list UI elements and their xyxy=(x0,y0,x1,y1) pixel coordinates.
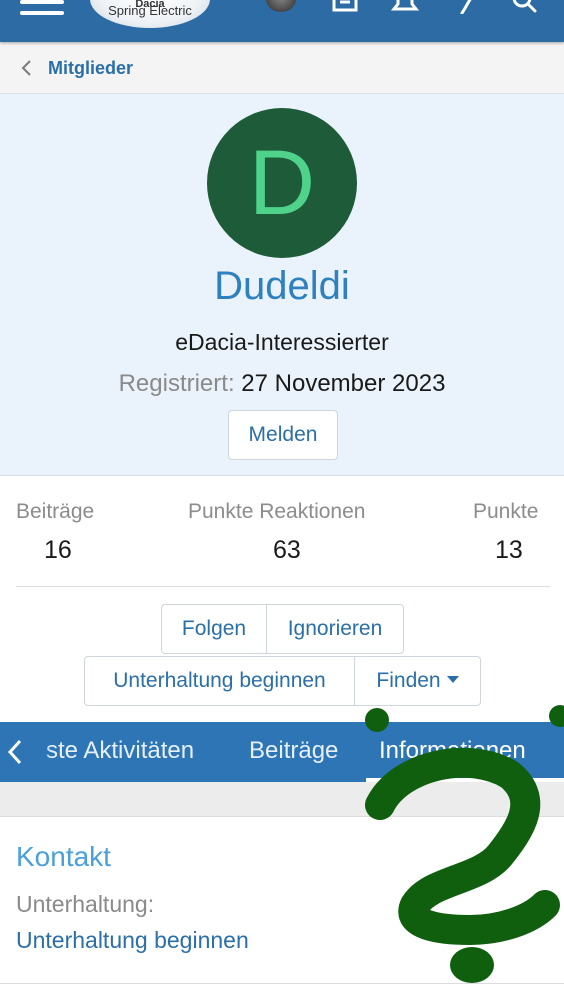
breadcrumb: Mitglieder xyxy=(0,42,564,94)
logo-line-2: Spring Electric xyxy=(108,3,192,18)
profile-username[interactable]: Dudeldi xyxy=(0,264,564,309)
profile-page: Dacia Spring Electric Mitglieder D Dudel… xyxy=(0,0,564,1000)
profile-user-title: eDacia-Interessierter xyxy=(175,329,389,355)
bell-icon[interactable] xyxy=(390,0,420,14)
profile-registered: Registriert: 27 November 2023 xyxy=(0,370,564,398)
conversation-link[interactable]: Unterhaltung beginnen xyxy=(16,927,249,954)
stat-value-reactions[interactable]: 63 xyxy=(273,536,301,565)
search-icon[interactable] xyxy=(510,0,540,14)
user-avatar-small[interactable] xyxy=(266,0,296,12)
conversation-find-group: Unterhaltung beginnen Finden xyxy=(84,656,481,706)
tab-scroll-fade xyxy=(30,722,52,782)
stat-value-points[interactable]: 13 xyxy=(495,536,523,565)
divider xyxy=(0,983,564,984)
find-label: Finden xyxy=(376,669,441,692)
section-gap xyxy=(0,782,564,816)
divider xyxy=(16,586,550,587)
tab-latest-activity[interactable]: ste Aktivitäten xyxy=(46,722,194,782)
tab-posts[interactable]: Beiträge xyxy=(249,722,338,782)
registered-label: Registriert: xyxy=(118,370,235,397)
start-conversation-button[interactable]: Unterhaltung beginnen xyxy=(85,657,354,705)
stat-label-posts: Beiträge xyxy=(16,500,95,523)
find-dropdown-button[interactable]: Finden xyxy=(354,657,480,705)
contact-section: Kontakt Unterhaltung: Unterhaltung begin… xyxy=(0,816,564,1000)
report-button[interactable]: Melden xyxy=(228,410,338,460)
registered-date: 27 November 2023 xyxy=(241,370,446,397)
ignore-button[interactable]: Ignorieren xyxy=(266,605,403,653)
stat-label-points: Punkte xyxy=(473,500,539,523)
stat-value-posts[interactable]: 16 xyxy=(44,536,72,565)
hamburger-icon[interactable] xyxy=(20,0,64,16)
pen-icon[interactable] xyxy=(452,0,482,14)
follow-ignore-group: Folgen Ignorieren xyxy=(161,604,404,654)
site-logo[interactable]: Dacia Spring Electric xyxy=(90,0,210,28)
profile-stats: Beiträge 16 Punkte Reaktionen 63 Punkte … xyxy=(0,476,564,722)
tab-information[interactable]: Informationen xyxy=(379,722,526,782)
profile-avatar[interactable]: D xyxy=(207,108,357,258)
tabs-scroll-left-icon[interactable] xyxy=(6,739,24,765)
conversation-label: Unterhaltung: xyxy=(16,891,155,917)
chevron-left-icon[interactable] xyxy=(20,60,34,76)
follow-button[interactable]: Folgen xyxy=(162,605,266,653)
profile-tabs: ste Aktivitäten Beiträge Informationen xyxy=(0,722,564,782)
contact-heading: Kontakt xyxy=(16,841,111,872)
caret-down-icon xyxy=(446,676,459,684)
inbox-icon[interactable] xyxy=(330,0,360,14)
profile-header: D Dudeldi eDacia-Interessierter Registri… xyxy=(0,94,564,476)
top-nav-bar: Dacia Spring Electric xyxy=(0,0,564,42)
stat-label-reactions: Punkte Reaktionen xyxy=(188,500,366,523)
breadcrumb-link-members[interactable]: Mitglieder xyxy=(48,58,133,79)
